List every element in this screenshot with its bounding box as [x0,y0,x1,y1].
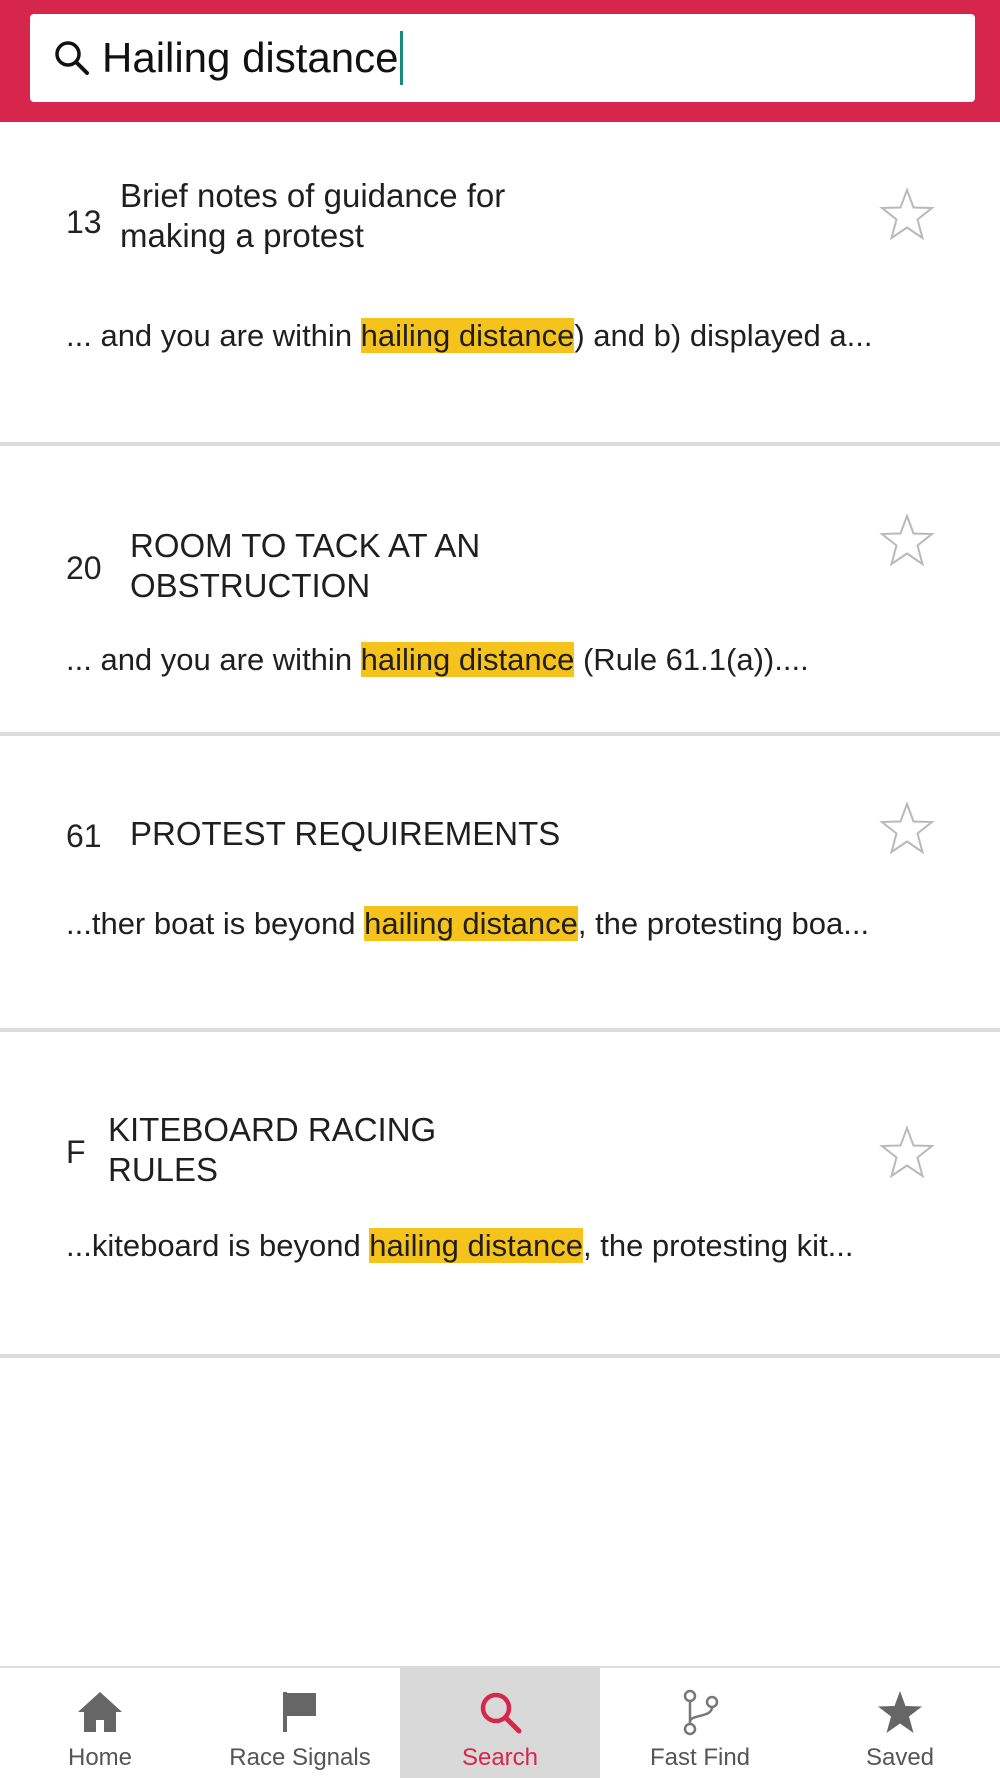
snippet-suffix: (Rule 61.1(a)).... [574,642,809,677]
search-icon [55,41,89,75]
tab-search[interactable]: Search [400,1668,600,1778]
result-item[interactable]: F KITEBOARD RACING RULES ...kiteboard is… [0,1032,1000,1358]
tab-race-signals[interactable]: Race Signals [200,1668,400,1778]
result-number: 20 [66,550,102,586]
search-query: Hailing distance [102,34,399,81]
text-caret [399,31,403,85]
result-number: 61 [66,818,102,854]
result-item[interactable]: 20 ROOM TO TACK AT AN OBSTRUCTION ... an… [0,446,1000,736]
tab-label: Home [67,1744,133,1771]
result-snippet: ... and you are within hailing distance … [66,640,946,680]
star-icon [878,1691,922,1733]
snippet-suffix: , the protesting kit... [583,1228,854,1263]
star-outline-icon[interactable] [878,512,936,570]
result-snippet: ...ther boat is beyond hailing distance,… [66,904,946,944]
tab-label: Search [461,1744,539,1771]
snippet-prefix: ... and you are within [66,642,361,677]
result-title: PROTEST REQUIREMENTS [130,815,561,852]
search-icon [480,1692,522,1734]
result-item[interactable]: 13 Brief notes of guidance for making a … [0,122,1000,446]
snippet-prefix: ... and you are within [66,318,361,353]
snippet-match: hailing distance [360,642,575,677]
snippet-prefix: ...kiteboard is beyond [66,1228,370,1263]
snippet-suffix: , the protesting boa... [577,906,870,941]
tab-label: Race Signals [229,1744,371,1771]
tab-home[interactable]: Home [0,1668,200,1778]
result-title: KITEBOARD RACING RULES [108,1111,437,1188]
result-number: 13 [66,204,102,240]
bottom-tab-bar: Home Race Signals Search Fast Find Saved [0,1666,1000,1778]
app-header: Hailing distance [0,0,1000,122]
star-outline-icon[interactable] [878,800,936,858]
branch-icon [683,1689,719,1736]
tab-saved[interactable]: Saved [800,1668,1000,1778]
result-title: Brief notes of guidance for making a pro… [120,177,506,254]
home-icon [78,1692,122,1732]
result-number: F [66,1134,86,1170]
tab-label: Fast Find [649,1744,751,1771]
star-outline-icon[interactable] [878,186,936,244]
result-snippet: ...kiteboard is beyond hailing distance,… [66,1226,946,1266]
tab-fast-find[interactable]: Fast Find [600,1668,800,1778]
snippet-match: hailing distance [369,1228,583,1263]
flag-icon [283,1692,316,1732]
snippet-match: hailing distance [364,906,578,941]
search-input[interactable]: Hailing distance [102,14,403,102]
snippet-prefix: ...ther boat is beyond [66,906,365,941]
result-item[interactable]: 61 PROTEST REQUIREMENTS ...ther boat is … [0,736,1000,1032]
search-box[interactable]: Hailing distance [30,14,975,102]
tab-label: Saved [865,1744,935,1771]
star-outline-icon[interactable] [878,1124,936,1182]
result-snippet: ... and you are within hailing distance)… [66,316,946,356]
snippet-match: hailing distance [360,318,575,353]
snippet-suffix: ) and b) displayed a... [574,318,873,353]
result-title: ROOM TO TACK AT AN OBSTRUCTION [130,527,481,604]
